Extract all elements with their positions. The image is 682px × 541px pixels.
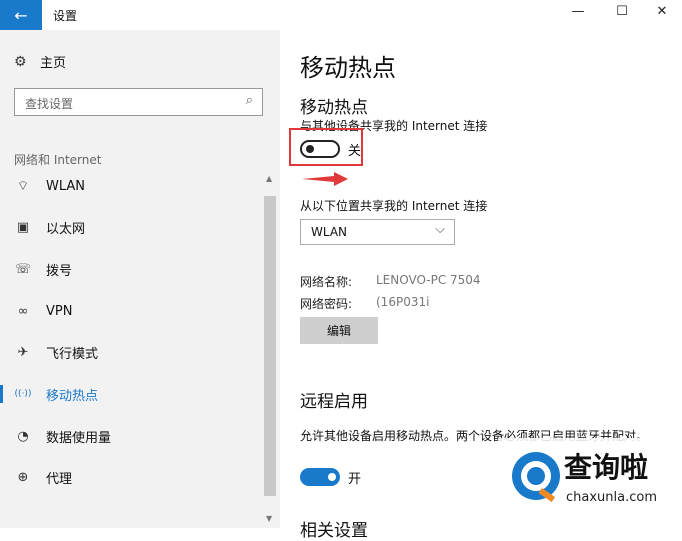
airplane-icon: ✈ [17,344,29,360]
maximize-button[interactable]: ☐ [607,4,637,19]
vpn-icon: ∞ [17,303,29,319]
sidebar-item-mobile-hotspot[interactable]: ((·)) 移动热点 [0,375,262,413]
ethernet-icon: ▣ [16,219,30,235]
wifi-icon: ⌔ [16,179,30,194]
watermark-brand: 查询啦 [564,451,649,484]
sidebar-item-label: 拨号 [46,263,73,279]
sidebar-item-label: WLAN [46,178,86,194]
network-password-value: (16P031i [376,295,430,309]
remote-toggle-state: 开 [348,472,362,487]
gear-icon: ⚙ [14,53,27,70]
watermark-domain: chaxunla.com [566,490,657,505]
sidebar-item-ethernet[interactable]: ▣ 以太网 [0,208,262,246]
sidebar-item-label: 以太网 [46,221,86,237]
sidebar-item-label: 数据使用量 [46,430,112,446]
share-source-dropdown[interactable]: WLAN ⌵ [300,219,455,245]
remote-enable-toggle[interactable] [300,468,340,486]
share-source-label: 从以下位置共享我的 Internet 连接 [300,199,488,213]
page-title: 移动热点 [300,54,396,82]
watermark-logo: 查询啦 chaxunla.com [498,438,682,528]
network-name-value: LENOVO-PC 7504 [376,273,481,287]
remote-enable-heading: 远程启用 [300,392,368,412]
sidebar-item-label: VPN [46,303,73,319]
sidebar-item-proxy[interactable]: ⊕ 代理 [0,458,262,496]
section-label: 网络和 Internet [14,153,102,167]
close-button[interactable]: ✕ [647,4,677,19]
sidebar-scrollbar-thumb[interactable] [264,196,276,496]
related-settings-heading: 相关设置 [300,521,368,541]
home-nav-item[interactable]: ⚙ 主页 [14,52,67,72]
sidebar-item-label: 移动热点 [46,388,99,404]
sidebar-item-dialup[interactable]: ☏ 拨号 [0,250,262,288]
sidebar-item-data-usage[interactable]: ◔ 数据使用量 [0,417,262,455]
search-input[interactable]: 查找设置 ⌕ [14,88,263,116]
home-label: 主页 [40,56,67,71]
scroll-down-icon[interactable]: ▼ [266,514,272,523]
dialup-icon: ☏ [14,261,32,277]
data-usage-icon: ◔ [17,428,29,444]
hotspot-toggle[interactable] [300,140,340,158]
search-icon: ⌕ [245,93,253,108]
edit-button[interactable]: 编辑 [300,317,378,344]
scroll-up-icon[interactable]: ▲ [266,174,272,183]
sidebar-item-label: 飞行模式 [46,346,99,362]
globe-icon: ⊕ [17,469,29,485]
hotspot-icon: ((·)) [14,389,32,399]
title-bar: ← 设置 — ☐ ✕ [0,0,682,30]
back-button[interactable]: ← [0,0,42,30]
hotspot-heading: 移动热点 [300,98,368,118]
search-placeholder: 查找设置 [25,97,74,111]
sidebar-item-airplane-mode[interactable]: ✈ 飞行模式 [0,333,262,371]
sidebar-item-wlan[interactable]: ⌔ WLAN [0,167,262,205]
back-arrow-icon: ← [14,5,28,25]
sidebar: ⚙ 主页 查找设置 ⌕ 网络和 Internet ⌔ WLAN ▣ 以太网 ☏ … [0,30,280,528]
share-source-value: WLAN [311,225,348,239]
network-password-label: 网络密码: [300,297,353,311]
sidebar-item-vpn[interactable]: ∞ VPN [0,292,262,330]
red-arrow-icon [302,172,348,186]
toggle-knob [328,473,336,481]
chevron-down-icon: ⌵ [435,222,445,237]
sidebar-item-label: 代理 [46,471,73,487]
toggle-knob [306,145,314,153]
hotspot-toggle-state: 关 [348,144,362,159]
network-name-label: 网络名称: [300,275,353,289]
minimize-button[interactable]: — [563,4,593,19]
window-title: 设置 [53,9,78,23]
